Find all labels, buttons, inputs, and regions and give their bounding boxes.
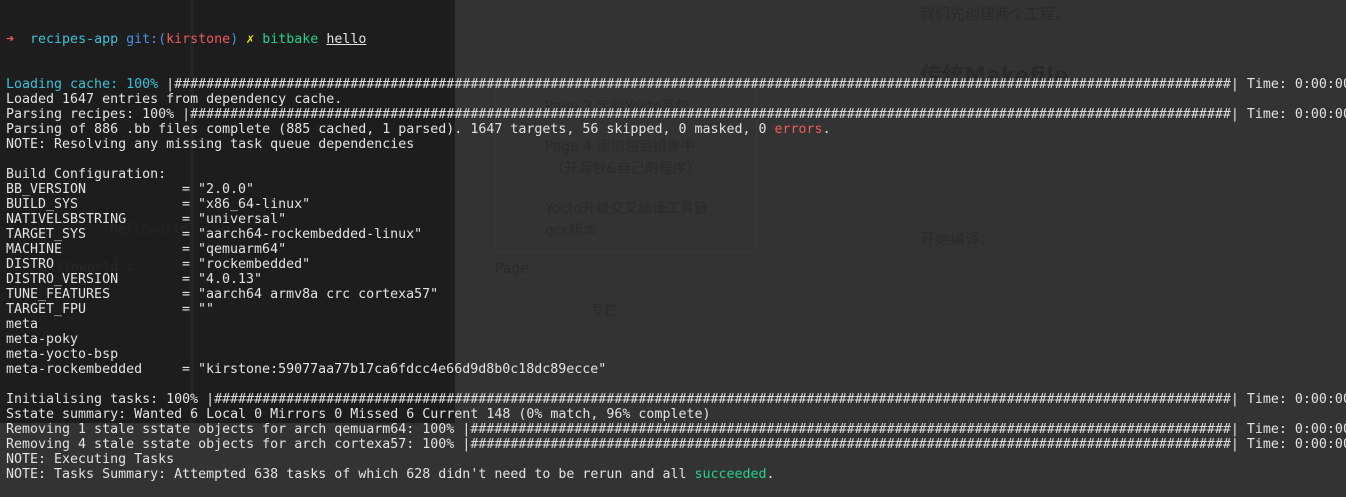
output-text: meta-yocto-bsp	[6, 347, 119, 362]
output-text: meta-poky	[6, 332, 79, 347]
config-key: BB_VERSION	[6, 182, 87, 197]
progress-label: Loading cache: 100%	[6, 77, 159, 92]
progress-time: 0:00:00	[1294, 437, 1346, 452]
config-line: meta-rockembedded = "kirstone:59077aa77b1…	[6, 362, 607, 377]
config-key: meta-rockembedded	[6, 362, 143, 377]
progress-label: Removing 1 stale sstate objects for arch…	[6, 422, 455, 437]
progress-time-label: Time:	[1246, 107, 1287, 122]
progress-bar-fill: ########################################…	[190, 107, 1231, 122]
config-line: MACHINE = "qemuarm64"	[6, 242, 287, 257]
progress-label: Removing 4 stale sstate objects for arch…	[6, 437, 455, 452]
config-key: TARGET_SYS	[6, 227, 87, 242]
config-key: BUILD_SYS	[6, 197, 79, 212]
progress-time: 0:00:00	[1294, 422, 1346, 437]
prompt-command: bitbake	[262, 32, 319, 47]
config-line: DISTRO = "rockembedded"	[6, 257, 311, 272]
config-line: DISTRO_VERSION = "4.0.13"	[6, 272, 263, 287]
progress-time-label: Time:	[1246, 422, 1287, 437]
output-line: Parsing of 886 .bb files complete (885 c…	[6, 122, 1346, 137]
output-text: Parsing of 886 .bb files complete (885 c…	[6, 122, 775, 137]
config-line: TARGET_FPU = ""	[6, 302, 215, 317]
output-text: Loaded 1647 entries from dependency cach…	[6, 92, 343, 107]
progress-bar-fill: ########################################…	[470, 437, 1231, 452]
success-word: succeeded	[694, 467, 767, 482]
output-line: meta-yocto-bsp	[6, 347, 1346, 362]
config-line: BB_VERSION = "2.0.0"	[6, 182, 255, 197]
progress-line: Parsing recipes: 100% |#################…	[6, 107, 1346, 122]
progress-time-label: Time:	[1246, 437, 1287, 452]
output-text: NOTE: Executing Tasks	[6, 452, 175, 467]
progress-bar-fill: ########################################…	[174, 77, 1231, 92]
progress-bar-fill: ########################################…	[214, 392, 1231, 407]
output-line: meta	[6, 317, 1346, 332]
output-text: NOTE: Tasks Summary: Attempted 638 tasks…	[6, 467, 695, 482]
config-key: MACHINE	[6, 242, 63, 257]
output-text: .	[822, 122, 831, 137]
output-text: Build Configuration:	[6, 167, 167, 182]
progress-label: Parsing recipes: 100%	[6, 107, 175, 122]
config-value: "qemuarm64"	[198, 242, 287, 257]
output-text: meta	[6, 317, 39, 332]
config-key: NATIVELSBSTRING	[6, 212, 127, 227]
output-text: NOTE: Resolving any missing task queue d…	[6, 137, 415, 152]
config-value: "universal"	[198, 212, 287, 227]
output-text: .	[766, 467, 775, 482]
prompt-argument: hello	[326, 32, 367, 47]
progress-bar-fill: ########################################…	[470, 422, 1231, 437]
progress-time: 0:00:00	[1294, 392, 1346, 407]
config-value: "4.0.13"	[198, 272, 263, 287]
progress-time-label: Time:	[1246, 77, 1287, 92]
output-lines: Loading cache: 100% |###################…	[6, 77, 1346, 482]
config-value: "2.0.0"	[198, 182, 255, 197]
output-line: Sstate summary: Wanted 6 Local 0 Mirrors…	[6, 407, 1346, 422]
output-line: NOTE: Executing Tasks	[6, 452, 1346, 467]
progress-line: Removing 4 stale sstate objects for arch…	[6, 437, 1346, 452]
config-value: "rockembedded"	[198, 257, 311, 272]
config-line: TARGET_SYS = "aarch64-rockembedded-linux"	[6, 227, 423, 242]
config-key: DISTRO	[6, 257, 55, 272]
output-text: Sstate summary: Wanted 6 Local 0 Mirrors…	[6, 407, 711, 422]
output-line: Loaded 1647 entries from dependency cach…	[6, 92, 1346, 107]
prompt-arrow-icon: ➜	[6, 32, 15, 47]
progress-line: Removing 1 stale sstate objects for arch…	[6, 422, 1346, 437]
git-suffix: )	[230, 32, 239, 47]
config-value: "kirstone:59077aa77b17ca6fdcc4e66d9d8b0c…	[198, 362, 607, 377]
progress-line: Initialising tasks: 100% |##############…	[6, 392, 1346, 407]
output-line: Build Configuration:	[6, 167, 1346, 182]
git-prefix: git:(	[126, 32, 167, 47]
git-dirty-icon: ✗	[246, 32, 255, 47]
config-value: ""	[198, 302, 215, 317]
progress-time: 0:00:00	[1294, 107, 1346, 122]
prompt-line: ➜ recipes-app git:(kirstone) ✗ bitbake h…	[6, 32, 1346, 47]
config-value: "aarch64-rockembedded-linux"	[198, 227, 423, 242]
config-key: TUNE_FEATURES	[6, 287, 111, 302]
output-line: NOTE: Tasks Summary: Attempted 638 tasks…	[6, 467, 1346, 482]
git-branch: kirstone	[166, 32, 231, 47]
progress-label: Initialising tasks: 100%	[6, 392, 199, 407]
progress-line: Loading cache: 100% |###################…	[6, 77, 1346, 92]
progress-time-label: Time:	[1246, 392, 1287, 407]
output-line: meta-poky	[6, 332, 1346, 347]
config-line: BUILD_SYS = "x86_64-linux"	[6, 197, 311, 212]
error-word: errors	[774, 122, 823, 137]
config-line: NATIVELSBSTRING = "universal"	[6, 212, 287, 227]
output-line: NOTE: Resolving any missing task queue d…	[6, 137, 1346, 152]
config-key: TARGET_FPU	[6, 302, 87, 317]
progress-time: 0:00:00	[1294, 77, 1346, 92]
prompt-directory: recipes-app	[30, 32, 119, 47]
config-value: "aarch64 armv8a crc cortexa57"	[198, 287, 439, 302]
config-line: TUNE_FEATURES = "aarch64 armv8a crc corte…	[6, 287, 439, 302]
config-value: "x86_64-linux"	[198, 197, 311, 212]
config-key: DISTRO_VERSION	[6, 272, 119, 287]
